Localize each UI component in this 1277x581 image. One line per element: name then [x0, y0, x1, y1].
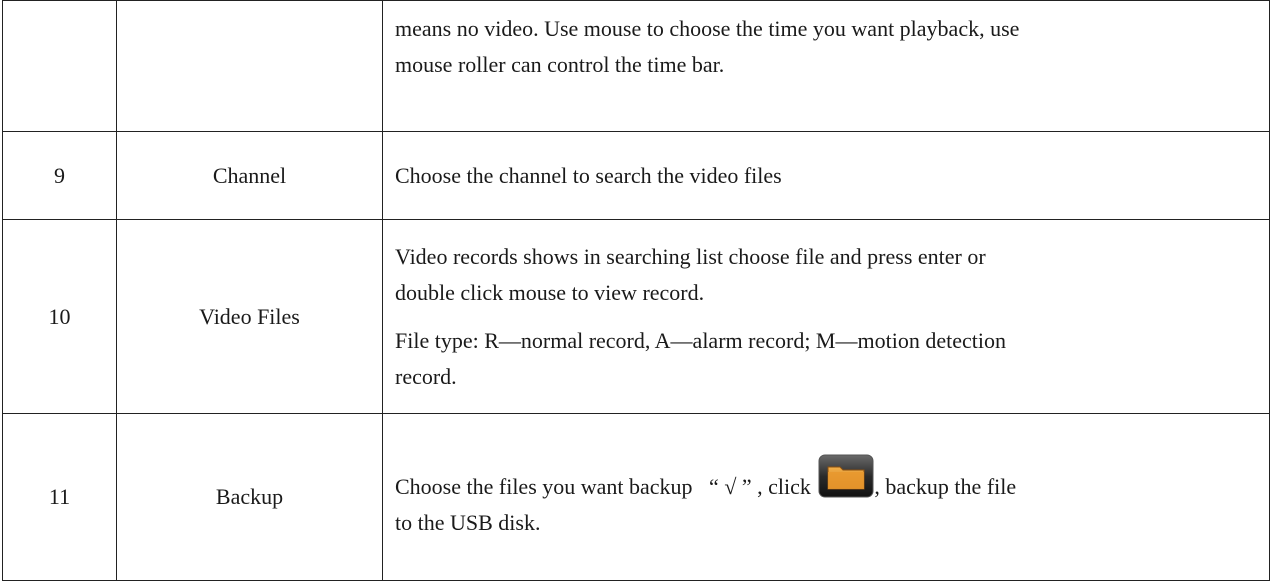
- item-description: means no video. Use mouse to choose the …: [382, 0, 1270, 132]
- item-number: 11: [2, 413, 117, 581]
- item-number: 10: [2, 219, 117, 414]
- description-line: File type: R—normal record, A—alarm reco…: [395, 327, 1006, 353]
- description-line: Choose the files you want backup “ √ ” ,…: [395, 454, 1255, 505]
- item-name: Channel: [116, 131, 383, 220]
- description-text: , backup the file: [874, 473, 1017, 499]
- description-text: Choose the files you want backup “ √ ” ,…: [395, 473, 817, 499]
- item-description: Video records shows in searching list ch…: [382, 219, 1270, 414]
- description-line: mouse roller can control the time bar.: [395, 52, 725, 77]
- folder-icon: [818, 454, 874, 498]
- table-row: 9 Channel Choose the channel to search t…: [2, 131, 1270, 220]
- manual-table: means no video. Use mouse to choose the …: [2, 0, 1270, 581]
- table-row: means no video. Use mouse to choose the …: [2, 0, 1270, 132]
- item-name: Video Files: [116, 219, 383, 414]
- description-line: means no video. Use mouse to choose the …: [395, 16, 1020, 41]
- description-line: record.: [395, 363, 457, 389]
- description-line: Choose the channel to search the video f…: [395, 162, 782, 188]
- table-row: 11 Backup Choose the files you want back…: [2, 413, 1270, 581]
- item-number: [2, 0, 117, 132]
- description-line: Video records shows in searching list ch…: [395, 243, 986, 269]
- description-line: to the USB disk.: [395, 509, 541, 535]
- item-name: Backup: [116, 413, 383, 581]
- item-name: [116, 0, 383, 132]
- item-description: Choose the files you want backup “ √ ” ,…: [382, 413, 1270, 581]
- item-description: Choose the channel to search the video f…: [382, 131, 1270, 220]
- table-row: 10 Video Files Video records shows in se…: [2, 219, 1270, 414]
- description-line: double click mouse to view record.: [395, 279, 705, 305]
- item-number: 9: [2, 131, 117, 220]
